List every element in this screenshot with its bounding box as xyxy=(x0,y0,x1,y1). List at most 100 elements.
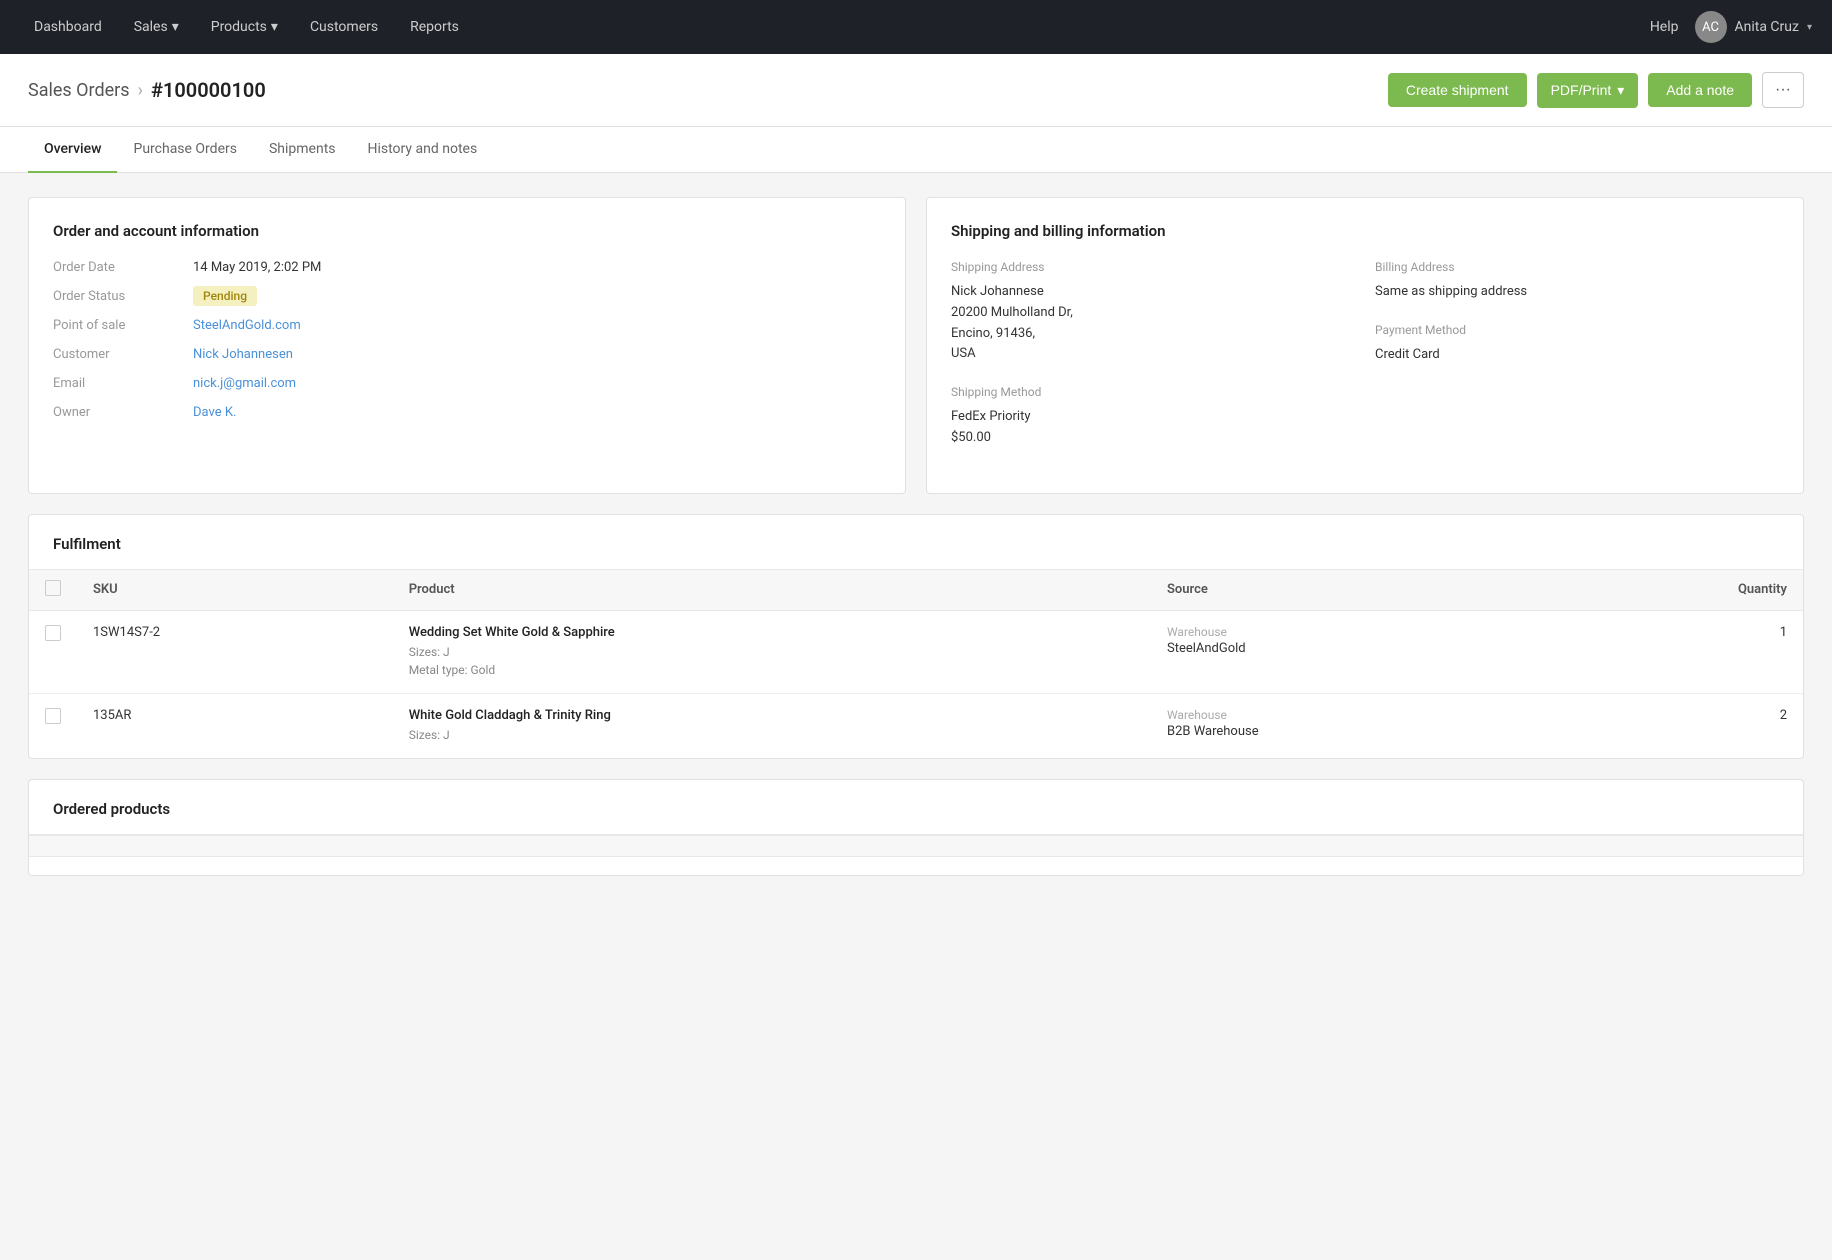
quantity-cell: 1 xyxy=(1545,610,1803,693)
quantity-column-header: Quantity xyxy=(1545,569,1803,610)
nav-products[interactable]: Products ▾ xyxy=(197,0,292,54)
fulfilment-card: Fulfilment SKU Product Source xyxy=(28,514,1804,759)
stub-col-2 xyxy=(503,835,937,856)
point-of-sale-row: Point of sale SteelAndGold.com xyxy=(53,318,881,333)
order-info-title: Order and account information xyxy=(53,222,881,240)
email-link[interactable]: nick.j@gmail.com xyxy=(193,376,296,391)
stub-checkbox-header xyxy=(29,835,69,856)
shipping-method-value: FedEx Priority $50.00 xyxy=(951,407,1355,449)
source-label: Warehouse xyxy=(1167,625,1529,639)
product-cell: White Gold Claddagh & Trinity Ring Sizes… xyxy=(393,693,1151,758)
shipping-method-block: Shipping Method FedEx Priority $50.00 xyxy=(951,385,1355,449)
product-detail: Metal type: Gold xyxy=(409,661,1135,679)
avatar: AC xyxy=(1695,11,1727,43)
row-checkbox[interactable] xyxy=(45,625,61,641)
order-status-label: Order Status xyxy=(53,289,193,304)
sku-column-header: SKU xyxy=(77,569,393,610)
nav-right: Help AC Anita Cruz ▾ xyxy=(1650,11,1812,43)
tab-history-notes[interactable]: History and notes xyxy=(352,127,494,173)
ordered-products-title: Ordered products xyxy=(29,780,1803,834)
table-row: 135AR White Gold Claddagh & Trinity Ring… xyxy=(29,693,1803,758)
shipping-address-section: Shipping Address Nick Johannese 20200 Mu… xyxy=(951,260,1355,469)
ordered-products-table-stub xyxy=(29,834,1803,875)
order-info-card: Order and account information Order Date… xyxy=(28,197,906,494)
row-checkbox-cell xyxy=(29,693,77,758)
fulfilment-table: SKU Product Source Quantity xyxy=(29,569,1803,758)
owner-row: Owner Dave K. xyxy=(53,405,881,420)
product-name: White Gold Claddagh & Trinity Ring xyxy=(409,708,1135,723)
customer-link[interactable]: Nick Johannesen xyxy=(193,347,293,362)
source-cell: Warehouse SteelAndGold xyxy=(1151,610,1545,693)
billing-section: Billing Address Same as shipping address… xyxy=(1375,260,1779,469)
ordered-products-table xyxy=(29,835,1803,875)
product-name: Wedding Set White Gold & Sapphire xyxy=(409,625,1135,640)
tab-shipments[interactable]: Shipments xyxy=(253,127,352,173)
tab-purchase-orders[interactable]: Purchase Orders xyxy=(117,127,252,173)
source-value: B2B Warehouse xyxy=(1167,724,1529,739)
email-value: nick.j@gmail.com xyxy=(193,376,296,391)
nav-reports[interactable]: Reports xyxy=(396,0,473,54)
row-checkbox-cell xyxy=(29,610,77,693)
ordered-products-card: Ordered products xyxy=(28,779,1804,876)
tabs-bar: Overview Purchase Orders Shipments Histo… xyxy=(0,127,1832,173)
breadcrumb-parent[interactable]: Sales Orders xyxy=(28,80,130,101)
shipping-grid: Shipping Address Nick Johannese 20200 Mu… xyxy=(951,260,1779,469)
status-badge: Pending xyxy=(193,286,257,306)
owner-value: Dave K. xyxy=(193,405,236,420)
owner-label: Owner xyxy=(53,405,193,420)
user-menu[interactable]: AC Anita Cruz ▾ xyxy=(1695,11,1813,43)
order-date-row: Order Date 14 May 2019, 2:02 PM xyxy=(53,260,881,275)
header-actions: Create shipment PDF/Print ▾ Add a note ·… xyxy=(1388,72,1804,108)
order-date-value: 14 May 2019, 2:02 PM xyxy=(193,260,321,275)
product-detail: Sizes: J xyxy=(409,643,1135,661)
stub-col-3 xyxy=(936,835,1370,856)
row-checkbox[interactable] xyxy=(45,708,61,724)
order-status-row: Order Status Pending xyxy=(53,289,881,304)
fulfilment-title: Fulfilment xyxy=(29,515,1803,569)
customer-row: Customer Nick Johannesen xyxy=(53,347,881,362)
source-value: SteelAndGold xyxy=(1167,641,1529,656)
shipping-method-label: Shipping Method xyxy=(951,385,1355,399)
nav-sales[interactable]: Sales ▾ xyxy=(120,0,193,54)
chevron-down-icon: ▾ xyxy=(1807,22,1812,33)
select-all-checkbox[interactable] xyxy=(45,580,61,596)
source-label: Warehouse xyxy=(1167,708,1529,722)
payment-method-label: Payment Method xyxy=(1375,323,1779,337)
billing-address-value: Same as shipping address xyxy=(1375,282,1779,303)
help-link[interactable]: Help xyxy=(1650,19,1679,35)
create-shipment-button[interactable]: Create shipment xyxy=(1388,73,1527,107)
shipping-address-block: Shipping Address Nick Johannese 20200 Mu… xyxy=(951,260,1355,365)
point-of-sale-label: Point of sale xyxy=(53,318,193,333)
email-label: Email xyxy=(53,376,193,391)
chevron-down-icon: ▾ xyxy=(172,19,179,35)
nav-dashboard[interactable]: Dashboard xyxy=(20,0,116,54)
tab-overview[interactable]: Overview xyxy=(28,127,117,173)
quantity-cell: 2 xyxy=(1545,693,1803,758)
chevron-down-icon: ▾ xyxy=(271,19,278,35)
customer-label: Customer xyxy=(53,347,193,362)
nav-customers[interactable]: Customers xyxy=(296,0,392,54)
pdf-print-button[interactable]: PDF/Print ▾ xyxy=(1537,73,1639,108)
point-of-sale-link[interactable]: SteelAndGold.com xyxy=(193,318,301,333)
owner-link[interactable]: Dave K. xyxy=(193,405,236,420)
email-row: Email nick.j@gmail.com xyxy=(53,376,881,391)
nav-links: Dashboard Sales ▾ Products ▾ Customers R… xyxy=(20,0,473,54)
more-options-button[interactable]: ··· xyxy=(1762,72,1804,108)
order-date-label: Order Date xyxy=(53,260,193,275)
product-cell: Wedding Set White Gold & Sapphire Sizes:… xyxy=(393,610,1151,693)
order-info-table: Order Date 14 May 2019, 2:02 PM Order St… xyxy=(53,260,881,420)
top-navigation: Dashboard Sales ▾ Products ▾ Customers R… xyxy=(0,0,1832,54)
product-detail: Sizes: J xyxy=(409,726,1135,744)
source-column-header: Source xyxy=(1151,569,1545,610)
product-column-header: Product xyxy=(393,569,1151,610)
stub-col-1 xyxy=(69,835,503,856)
select-all-header xyxy=(29,569,77,610)
table-row: 1SW14S7-2 Wedding Set White Gold & Sapph… xyxy=(29,610,1803,693)
add-note-button[interactable]: Add a note xyxy=(1648,73,1752,107)
breadcrumb-separator: › xyxy=(138,80,143,101)
sku-cell: 135AR xyxy=(77,693,393,758)
customer-value: Nick Johannesen xyxy=(193,347,293,362)
breadcrumb: Sales Orders › #100000100 xyxy=(28,78,266,102)
source-cell: Warehouse B2B Warehouse xyxy=(1151,693,1545,758)
stub-col-4 xyxy=(1370,835,1804,856)
